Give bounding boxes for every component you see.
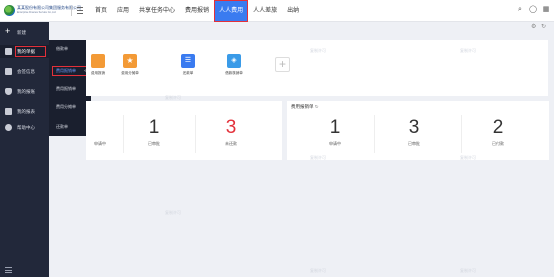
stat-approved[interactable]: 3 已审批 <box>394 117 434 147</box>
sidebar-item-label: 新建 <box>17 30 26 35</box>
add-quick-action-button[interactable]: + <box>275 57 290 72</box>
expense-icon <box>91 54 105 68</box>
sidebar-item-label: 会签信息 <box>17 69 35 74</box>
brand-logo[interactable]: 某某股份有限公司集团服务有限公司 Enterprise Finance Serv… <box>4 4 81 18</box>
sidebar-item-countersign[interactable]: 会签信息 <box>0 65 49 78</box>
box-icon: ◈ <box>227 54 241 68</box>
page-tools: ⚙ ↻ <box>531 24 547 30</box>
brand-subtitle: Enterprise Finance Service Co.,Ltd <box>17 11 56 14</box>
sidebar: + 新建 我的单据 会签信息 我的报账 我的报表 帮助中心 <box>0 22 49 277</box>
top-bar: 某某股份有限公司集团服务有限公司 Enterprise Finance Serv… <box>0 0 554 22</box>
highlight-box <box>15 46 46 57</box>
expense-stats-card: 费用报销单 ↻ 1 申请中 3 已审批 2 已付款 <box>287 101 549 160</box>
stat-value: 1 <box>329 117 341 138</box>
divider <box>461 115 462 153</box>
plus-icon: + <box>5 26 11 36</box>
sidebar-item-label: 我的报账 <box>17 89 35 94</box>
stat-value: 3 <box>225 117 237 138</box>
submenu-item-allocation[interactable]: 费用分摊单 <box>49 100 91 114</box>
stat-unpaid[interactable]: 3 未还款 <box>211 117 251 147</box>
sidebar-item-label: 帮助中心 <box>17 125 35 130</box>
refresh-icon[interactable]: ↻ <box>541 24 547 30</box>
hamburger-menu-icon[interactable] <box>77 7 83 15</box>
watermark: 复制许可 <box>165 210 181 215</box>
stat-approved[interactable]: 1 已审批 <box>134 117 174 147</box>
stat-value: 2 <box>492 117 504 138</box>
nav-everyone-expense[interactable]: 人人费用 <box>214 0 249 22</box>
stat-applying[interactable]: 1 申请中 <box>80 117 120 147</box>
watermark: 复制许可 <box>310 268 326 273</box>
stat-label: 已审批 <box>148 141 160 146</box>
settings-icon[interactable]: ⚙ <box>531 24 537 30</box>
quick-action-expense[interactable]: 费用报销 <box>84 54 112 86</box>
stat-paid[interactable]: 2 已付款 <box>478 117 518 147</box>
watermark: 复制许可 <box>165 95 181 100</box>
watermark: 复制许可 <box>310 48 326 53</box>
sidebar-item-label: 我的报表 <box>17 109 35 114</box>
shield-icon <box>5 88 12 95</box>
quick-action-label: 费用分摊单 <box>121 71 139 75</box>
stat-applying[interactable]: 1 申请中 <box>315 117 355 147</box>
stat-label: 申请中 <box>329 141 341 146</box>
divider <box>374 115 375 153</box>
quick-action-label: 费用报销 <box>91 71 105 75</box>
top-right-tools: ⌕ ◯ ▦ <box>516 6 550 14</box>
nav-expense-reimbursement[interactable]: 费用报销 <box>180 0 214 22</box>
nav-shared-task-center[interactable]: 共享任务中心 <box>134 0 180 22</box>
card-icon <box>5 68 12 75</box>
nav-home[interactable]: 首页 <box>90 0 112 22</box>
loan-stats-card: 1 申请中 1 已审批 3 未还款 <box>86 101 282 160</box>
sidebar-item-new[interactable]: + 新建 <box>0 26 49 39</box>
top-nav: 首页 应用 共享任务中心 费用报销 人人费用 人人差旅 出纳 <box>90 0 304 22</box>
nav-cashier[interactable]: 出纳 <box>282 0 304 22</box>
collapse-menu-icon[interactable] <box>5 267 13 273</box>
refresh-icon[interactable]: ↻ <box>315 104 319 109</box>
sidebar-item-my-reports[interactable]: 我的报表 <box>0 105 49 118</box>
document-icon <box>5 48 12 55</box>
watermark: 复制许可 <box>460 155 476 160</box>
quick-action-loan-writeoff[interactable]: ◈ 借款核销单 <box>220 54 248 86</box>
quick-action-label: 借款核销单 <box>225 71 243 75</box>
stat-value: 1 <box>148 117 160 138</box>
stat-label: 已付款 <box>492 141 504 146</box>
card-title: 费用报销单 ↻ <box>291 104 319 110</box>
logo-mark-icon <box>4 5 15 16</box>
help-icon <box>5 124 12 131</box>
stat-label: 未还款 <box>225 141 237 146</box>
star-icon: ★ <box>123 54 137 68</box>
stat-value: 3 <box>408 117 420 138</box>
watermark: 复制许可 <box>460 48 476 53</box>
search-icon[interactable]: ⌕ <box>516 6 524 14</box>
nav-everyone-travel[interactable]: 人人差旅 <box>248 0 282 22</box>
sidebar-item-my-documents[interactable]: 我的单据 <box>0 45 49 58</box>
grid-icon[interactable]: ▦ <box>542 6 550 14</box>
watermark: 复制许可 <box>460 268 476 273</box>
sidebar-item-help-center[interactable]: 帮助中心 <box>0 121 49 134</box>
list-icon: ☰ <box>181 54 195 68</box>
watermark: 复制许可 <box>310 155 326 160</box>
divider <box>195 115 196 153</box>
nav-apps[interactable]: 应用 <box>112 0 134 22</box>
stat-label: 已审批 <box>408 141 420 146</box>
highlight-box <box>52 66 87 76</box>
user-icon <box>5 108 12 115</box>
quick-action-label: 还款单 <box>182 71 194 75</box>
divider <box>123 115 124 153</box>
card-title-text: 费用报销单 <box>291 104 314 109</box>
stat-label: 申请中 <box>94 141 106 146</box>
quick-action-allocation[interactable]: ★ 费用分摊单 <box>116 54 144 86</box>
user-icon[interactable]: ◯ <box>529 6 537 14</box>
quick-action-repayment[interactable]: ☰ 还款单 <box>174 54 202 86</box>
divider <box>71 6 72 16</box>
sidebar-item-my-reimbursement[interactable]: 我的报账 <box>0 85 49 98</box>
